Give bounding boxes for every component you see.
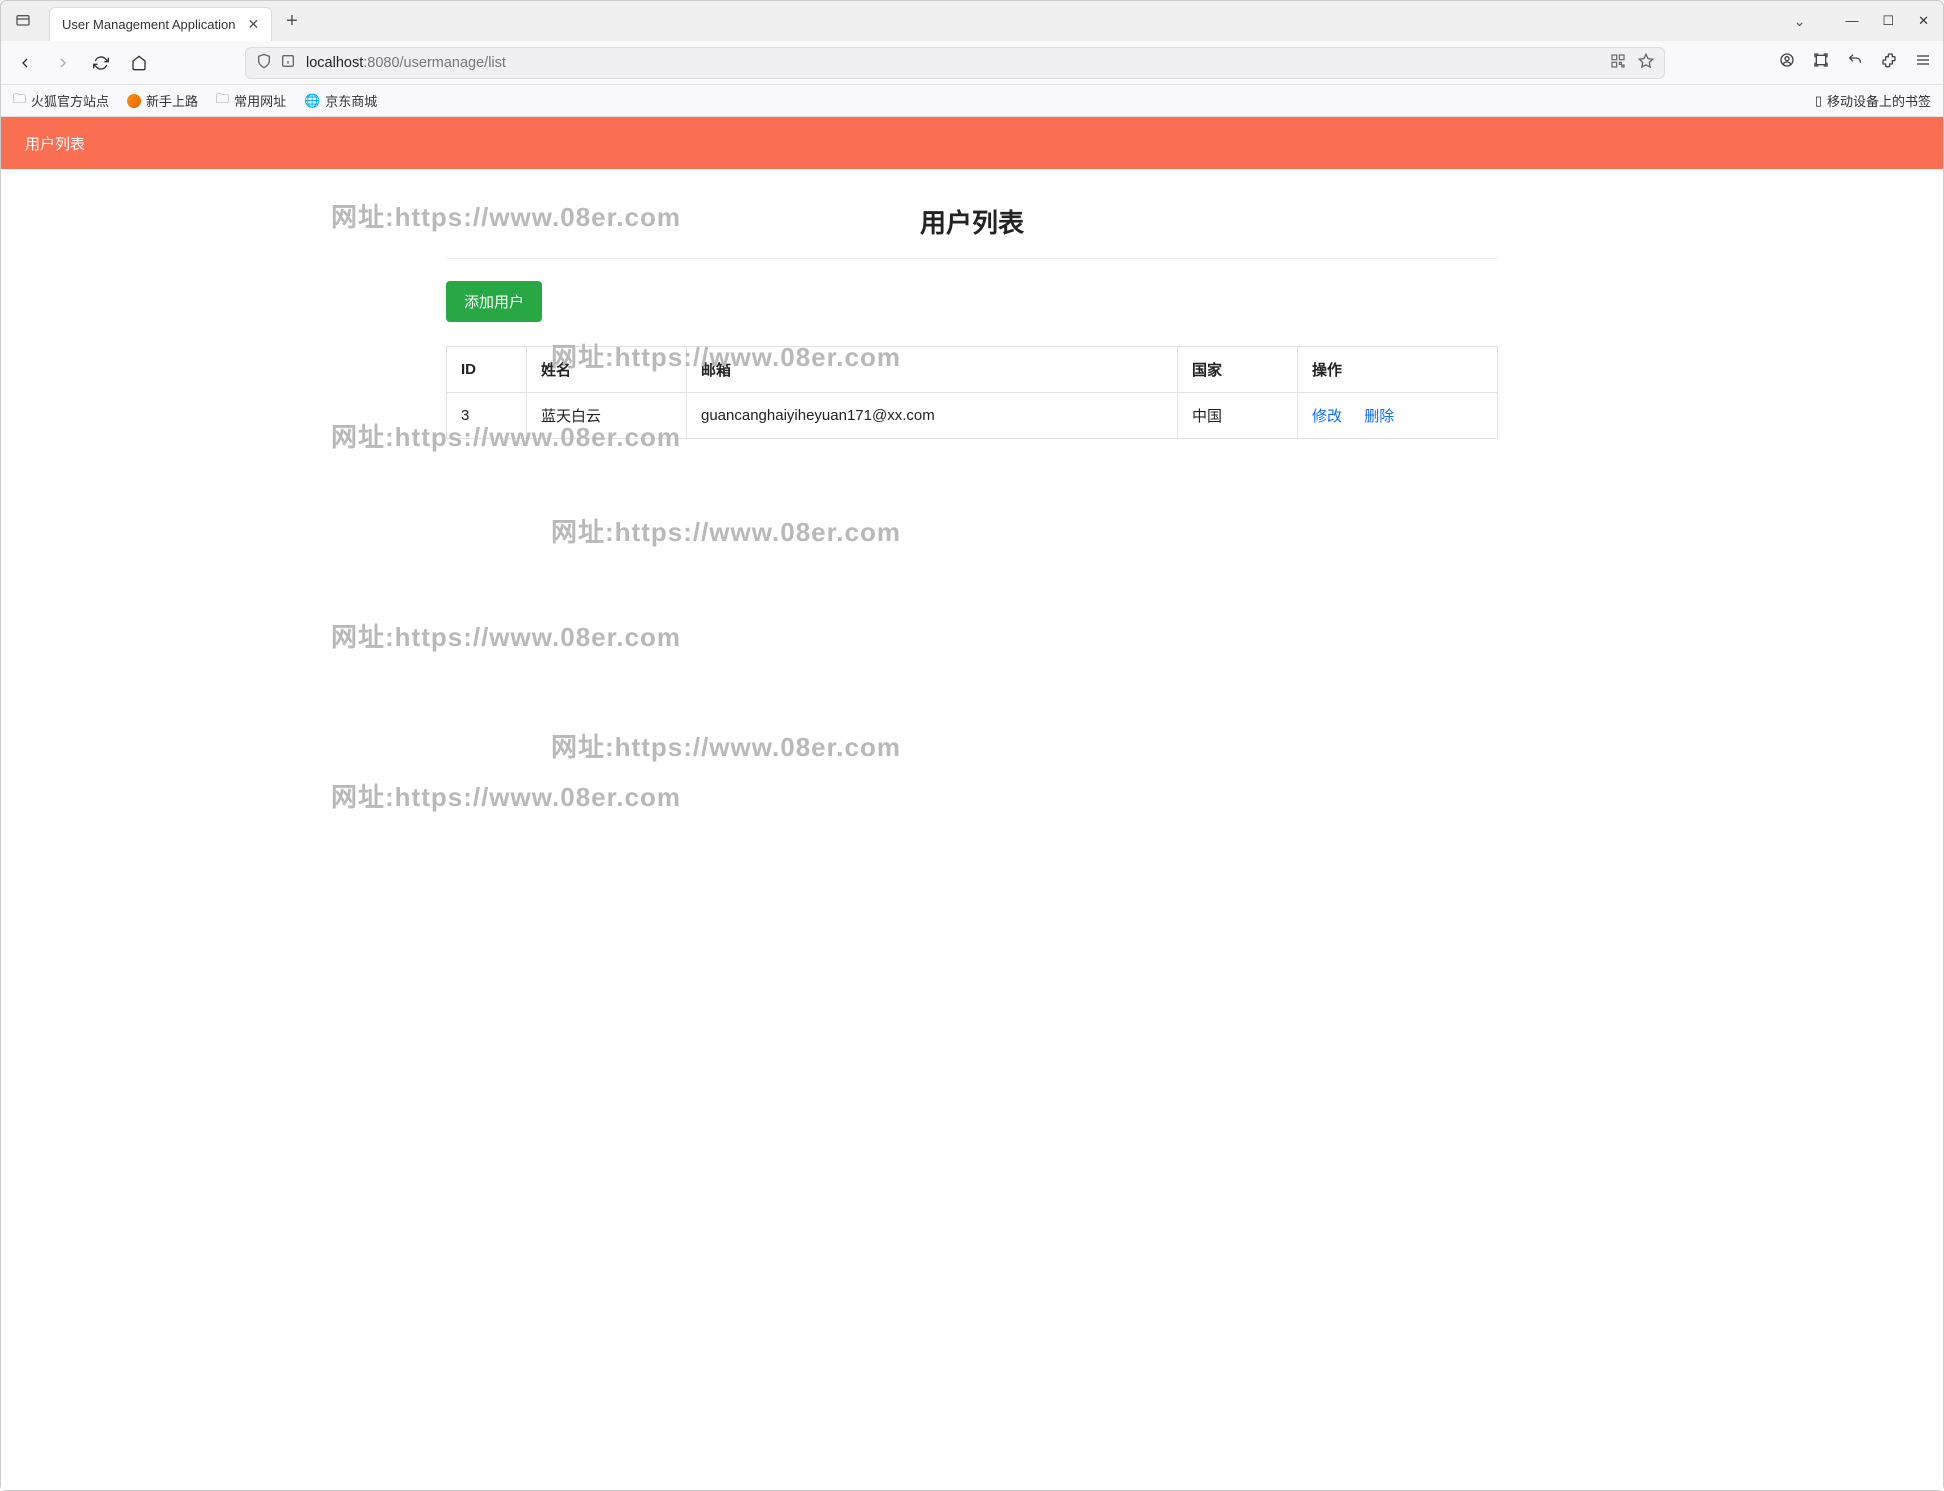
watermark: 网址:https://www.08er.com: [551, 512, 901, 549]
bookmark-mobile[interactable]: ▯移动设备上的书签: [1815, 91, 1931, 110]
qr-icon[interactable]: [1610, 53, 1626, 73]
address-bar[interactable]: localhost:8080/usermanage/list: [245, 47, 1665, 79]
info-icon[interactable]: [280, 53, 296, 73]
browser-toolbar: localhost:8080/usermanage/list: [1, 41, 1943, 85]
delete-link[interactable]: 删除: [1364, 408, 1394, 425]
page-viewport: 用户列表 用户列表 添加用户 ID 姓名 邮箱 国家 操作: [1, 117, 1943, 1490]
menu-icon[interactable]: [1915, 52, 1931, 73]
undo-icon[interactable]: [1847, 52, 1863, 73]
close-window-button[interactable]: ✕: [1918, 13, 1929, 29]
user-table: ID 姓名 邮箱 国家 操作 3 蓝天白云 guancanghaiyiheyua…: [446, 346, 1498, 439]
account-icon[interactable]: [1779, 52, 1795, 73]
add-user-button[interactable]: 添加用户: [446, 281, 542, 322]
cell-country: 中国: [1178, 393, 1298, 439]
watermark: 网址:https://www.08er.com: [331, 617, 681, 654]
th-name: 姓名: [527, 347, 687, 393]
watermark: 网址:https://www.08er.com: [331, 777, 681, 814]
cell-name: 蓝天白云: [527, 393, 687, 439]
cell-email: guancanghaiyiheyuan171@xx.com: [687, 393, 1178, 439]
browser-tab[interactable]: User Management Application ✕: [49, 7, 272, 41]
th-country: 国家: [1178, 347, 1298, 393]
bookmark-jd[interactable]: 🌐京东商城: [304, 91, 377, 110]
bookmark-firefox-site[interactable]: 🗀火狐官方站点: [13, 90, 109, 112]
screenshot-icon[interactable]: [1813, 52, 1829, 73]
firefox-icon: [127, 94, 141, 108]
workspace-icon[interactable]: [9, 7, 37, 35]
th-actions: 操作: [1298, 347, 1498, 393]
cell-actions: 修改 删除: [1298, 393, 1498, 439]
home-button[interactable]: [127, 51, 151, 75]
tabs-dropdown-icon[interactable]: ⌄: [1794, 13, 1806, 30]
extensions-icon[interactable]: [1881, 52, 1897, 73]
th-email: 邮箱: [687, 347, 1178, 393]
edit-link[interactable]: 修改: [1312, 408, 1342, 425]
bookmark-star-icon[interactable]: [1638, 53, 1654, 73]
minimize-button[interactable]: —: [1845, 13, 1858, 29]
cell-id: 3: [447, 393, 527, 439]
table-header-row: ID 姓名 邮箱 国家 操作: [447, 347, 1498, 393]
app-navbar: 用户列表: [1, 117, 1943, 169]
shield-icon[interactable]: [256, 53, 272, 73]
table-row: 3 蓝天白云 guancanghaiyiheyuan171@xx.com 中国 …: [447, 393, 1498, 439]
bookmarks-bar: 🗀火狐官方站点 新手上路 🗀常用网址 🌐京东商城 ▯移动设备上的书签: [1, 85, 1943, 117]
new-tab-button[interactable]: +: [286, 10, 298, 33]
page-title: 用户列表: [446, 203, 1498, 240]
url-text: localhost:8080/usermanage/list: [306, 55, 506, 71]
bookmark-common[interactable]: 🗀常用网址: [216, 90, 286, 112]
watermark: 网址:https://www.08er.com: [551, 727, 901, 764]
tab-close-icon[interactable]: ✕: [247, 16, 259, 33]
forward-button[interactable]: [51, 51, 75, 75]
tab-title: User Management Application: [62, 17, 235, 32]
maximize-button[interactable]: ☐: [1882, 13, 1894, 29]
reload-button[interactable]: [89, 51, 113, 75]
th-id: ID: [447, 347, 527, 393]
back-button[interactable]: [13, 51, 37, 75]
divider: [446, 258, 1498, 259]
window-titlebar: User Management Application ✕ + ⌄ — ☐ ✕: [1, 1, 1943, 41]
navbar-brand[interactable]: 用户列表: [25, 133, 85, 154]
bookmark-getting-started[interactable]: 新手上路: [127, 91, 198, 110]
